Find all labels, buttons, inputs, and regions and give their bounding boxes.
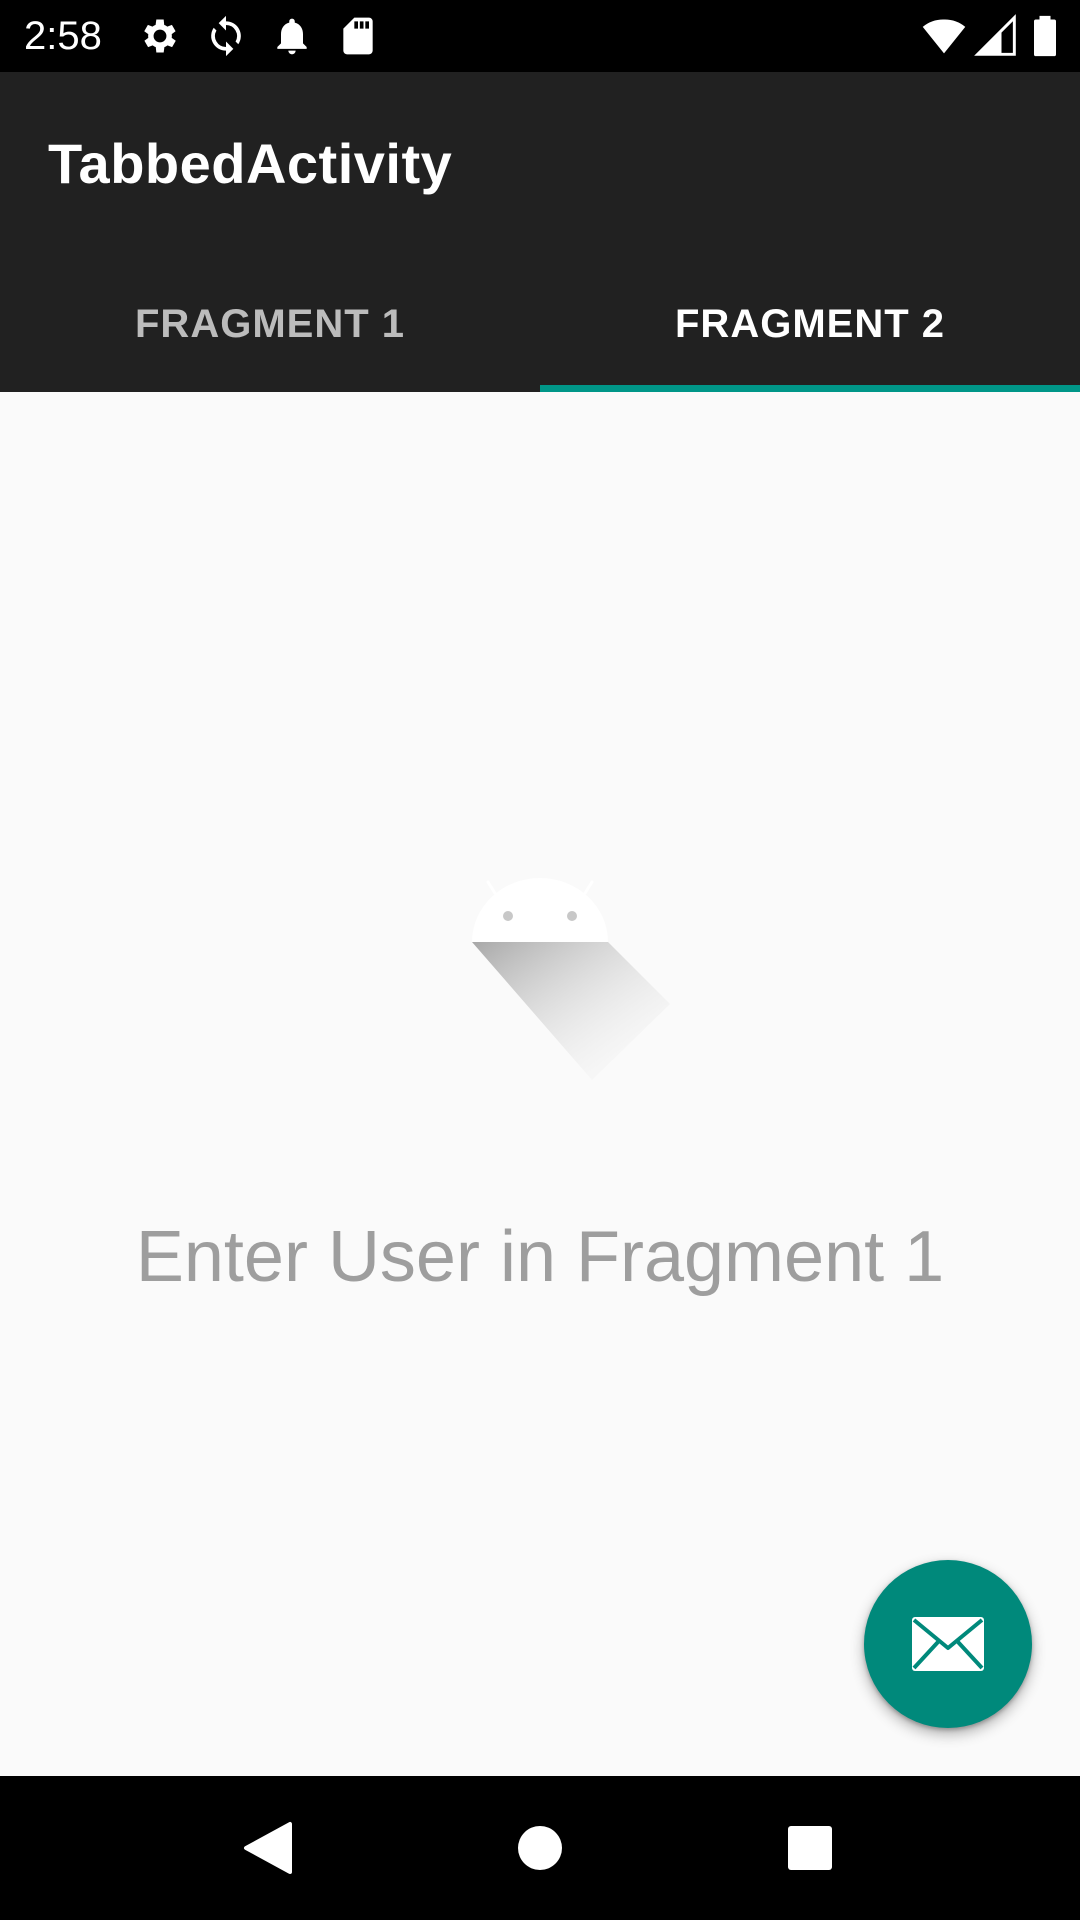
screen: 2:58 TabbedActivity FRAGMENT 1 FRAGMENT … [0, 0, 1080, 1920]
empty-message: Enter User in Fragment 1 [135, 1217, 945, 1297]
battery-icon [1030, 14, 1060, 58]
android-empty-state-icon [460, 862, 680, 1082]
back-icon[interactable] [232, 1812, 304, 1884]
status-time: 2:58 [24, 14, 102, 58]
recents-icon[interactable] [774, 1812, 846, 1884]
wifi-icon [920, 14, 968, 58]
tab-selected-indicator [540, 385, 1080, 392]
sync-icon [204, 14, 248, 58]
sd-card-icon [336, 14, 380, 58]
app-title: TabbedActivity [48, 132, 453, 195]
tab-label: FRAGMENT 2 [675, 301, 945, 346]
navigation-bar [0, 1776, 1080, 1920]
status-bar: 2:58 [0, 0, 1080, 72]
tab-fragment-2[interactable]: FRAGMENT 2 [540, 256, 1080, 392]
gear-icon [138, 14, 182, 58]
home-icon[interactable] [504, 1812, 576, 1884]
tab-fragment-1[interactable]: FRAGMENT 1 [0, 256, 540, 392]
cell-signal-icon [974, 14, 1018, 58]
fab-mail-button[interactable] [864, 1560, 1032, 1728]
notification-bell-icon [270, 14, 314, 58]
tab-bar: FRAGMENT 1 FRAGMENT 2 [0, 256, 1080, 392]
tab-label: FRAGMENT 1 [135, 301, 405, 346]
envelope-icon [911, 1616, 985, 1672]
app-bar: TabbedActivity FRAGMENT 1 FRAGMENT 2 [0, 72, 1080, 392]
